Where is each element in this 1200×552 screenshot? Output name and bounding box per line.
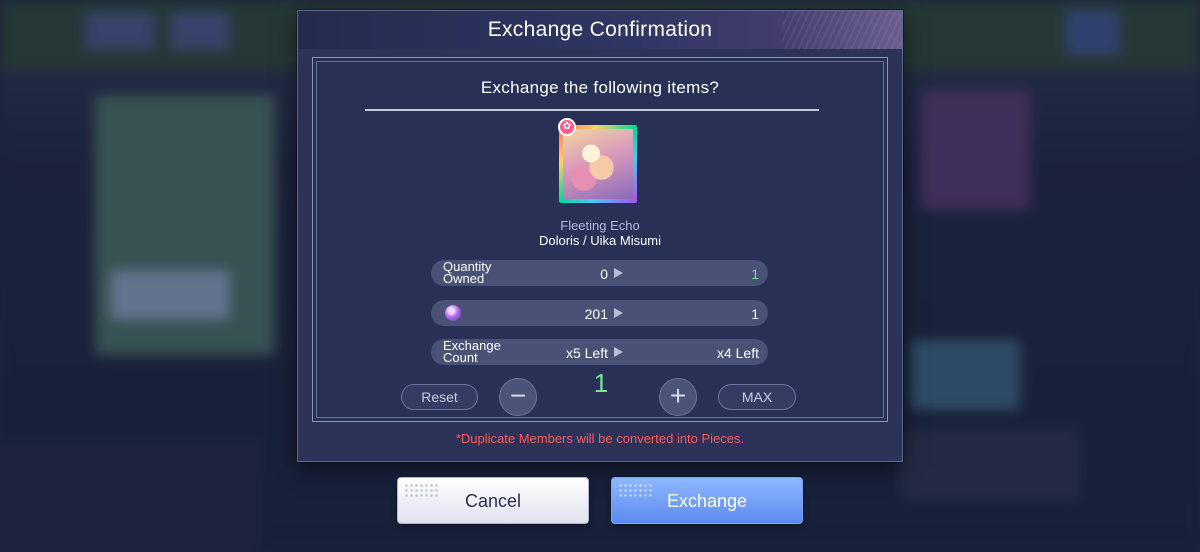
arrow-right-icon: [614, 347, 623, 357]
row-from-value: 201: [584, 306, 608, 322]
dialog-content-frame: Exchange the following items? ✿ Fleeting…: [312, 57, 888, 422]
row-to-value: x4 Left: [716, 345, 759, 361]
item-name: Fleeting Echo: [560, 218, 640, 233]
exchange-question: Exchange the following items?: [480, 78, 720, 97]
arrow-right-icon: [614, 308, 623, 318]
gem-icon: [445, 305, 461, 321]
exchange-count-row: Exchange Count x5 Left x4 Left: [431, 339, 768, 365]
exchange-button-label: Exchange: [666, 491, 748, 511]
minus-button[interactable]: −: [499, 378, 537, 416]
row-to-value: 1: [751, 306, 759, 322]
item-card-art: [563, 129, 633, 199]
exchange-button[interactable]: Exchange: [611, 477, 803, 524]
reset-button[interactable]: Reset: [401, 384, 478, 410]
divider: [365, 109, 819, 111]
quantity-owned-row: Quantity Owned 0 1: [431, 260, 768, 286]
cancel-button-label: Cancel: [464, 491, 522, 511]
item-member-name: Doloris / Uika Misumi: [538, 233, 662, 248]
plus-button[interactable]: +: [659, 378, 697, 416]
exchange-dialog: Exchange Confirmation Exchange the follo…: [297, 10, 903, 462]
item-thumbnail[interactable]: [559, 125, 637, 203]
currency-row: 201 1: [431, 300, 768, 326]
row-from-value: 0: [600, 266, 608, 282]
arrow-right-icon: [614, 268, 623, 278]
header-decoration: [782, 11, 902, 49]
dot-pattern: [618, 483, 654, 497]
row-to-value: 1: [751, 266, 759, 282]
quantity-value: 1: [593, 368, 609, 398]
row-from-value: x5 Left: [565, 345, 608, 361]
dot-pattern: [404, 483, 440, 497]
row-label: Exchange Count: [443, 338, 501, 365]
cancel-button[interactable]: Cancel: [397, 477, 589, 524]
dialog-header: Exchange Confirmation: [298, 11, 902, 49]
row-label: Quantity Owned: [443, 259, 492, 286]
duplicate-warning: *Duplicate Members will be converted int…: [455, 431, 745, 446]
rarity-star-icon: ✿: [558, 118, 576, 136]
max-button[interactable]: MAX: [718, 384, 796, 410]
